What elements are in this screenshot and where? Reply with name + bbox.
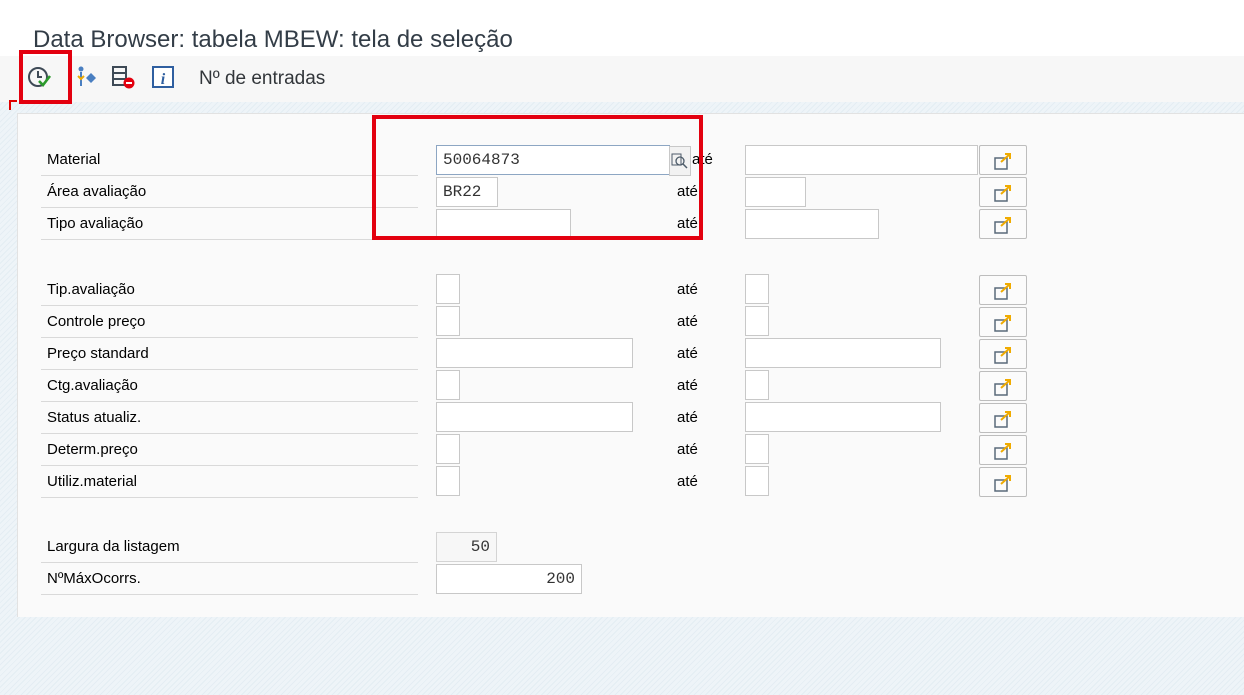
status-atualiz-from-input[interactable] (436, 402, 633, 432)
to-label: até (677, 441, 698, 458)
highlight-box (19, 50, 72, 104)
multiple-selection-icon (994, 475, 1011, 492)
label-utiliz-material: Utiliz.material (47, 473, 138, 490)
label-preco-standard: Preço standard (47, 345, 149, 362)
preco-standard-to-input[interactable] (745, 338, 941, 368)
determ-preco-to-input[interactable] (745, 434, 769, 464)
max-hits-input[interactable]: 200 (436, 564, 582, 594)
hierarchy-icon[interactable] (73, 64, 99, 90)
ctg-avaliacao-to-input[interactable] (745, 370, 769, 400)
tipo-avaliacao-to-input[interactable] (745, 209, 879, 239)
multiple-selection-icon (994, 185, 1011, 202)
multiple-selection-button[interactable] (979, 371, 1027, 401)
material-to-input[interactable] (745, 145, 978, 175)
utiliz-material-to-input[interactable] (745, 466, 769, 496)
entries-count-button[interactable]: Nº de entradas (199, 68, 325, 90)
multiple-selection-button[interactable] (979, 307, 1027, 337)
multiple-selection-icon (994, 443, 1011, 460)
svg-text:i: i (161, 71, 166, 88)
corner-mark (9, 102, 11, 110)
list-width-input[interactable]: 50 (436, 532, 497, 562)
application-toolbar (0, 56, 1244, 102)
multiple-selection-button[interactable] (979, 339, 1027, 369)
ctg-avaliacao-from-input[interactable] (436, 370, 460, 400)
multiple-selection-button[interactable] (979, 403, 1027, 433)
multiple-selection-button[interactable] (979, 145, 1027, 175)
highlight-box (372, 115, 703, 240)
controle-preco-to-input[interactable] (745, 306, 769, 336)
controle-preco-from-input[interactable] (436, 306, 460, 336)
label-material: Material (47, 151, 101, 168)
label-determ-preco: Determ.preço (47, 441, 138, 458)
info-icon[interactable]: i (150, 64, 176, 90)
to-label: até (677, 313, 698, 330)
window-title: Data Browser: tabela MBEW: tela de seleç… (33, 26, 513, 53)
area-avaliacao-to-input[interactable] (745, 177, 806, 207)
multiple-selection-icon (994, 411, 1011, 428)
multiple-selection-icon (994, 315, 1011, 332)
label-tipo-avaliacao: Tipo avaliação (47, 215, 144, 232)
multiple-selection-button[interactable] (979, 435, 1027, 465)
status-atualiz-to-input[interactable] (745, 402, 941, 432)
label-max-hits: NºMáxOcorrs. (47, 570, 141, 587)
to-label: até (677, 377, 698, 394)
multiple-selection-button[interactable] (979, 177, 1027, 207)
multiple-selection-icon (994, 379, 1011, 396)
to-label: até (677, 473, 698, 490)
multiple-selection-icon (994, 217, 1011, 234)
label-tip-avaliacao: Tip.avaliação (47, 281, 135, 298)
tip-avaliacao-to-input[interactable] (745, 274, 769, 304)
multiple-selection-icon (994, 283, 1011, 300)
label-area-avaliacao: Área avaliação (47, 183, 147, 200)
label-controle-preco: Controle preço (47, 313, 146, 330)
multiple-selection-button[interactable] (979, 275, 1027, 305)
multiple-selection-icon (994, 153, 1011, 170)
tip-avaliacao-from-input[interactable] (436, 274, 460, 304)
label-status-atualiz: Status atualiz. (47, 409, 142, 426)
delete-selection-icon[interactable] (110, 64, 136, 90)
utiliz-material-from-input[interactable] (436, 466, 460, 496)
multiple-selection-button[interactable] (979, 467, 1027, 497)
multiple-selection-icon (994, 347, 1011, 364)
corner-mark (9, 100, 17, 102)
title-bar: Data Browser: tabela MBEW: tela de seleç… (0, 8, 1244, 56)
label-ctg-avaliacao: Ctg.avaliação (47, 377, 138, 394)
to-label: até (677, 345, 698, 362)
preco-standard-from-input[interactable] (436, 338, 633, 368)
determ-preco-from-input[interactable] (436, 434, 460, 464)
to-label: até (677, 409, 698, 426)
to-label: até (677, 281, 698, 298)
label-list-width: Largura da listagem (47, 538, 180, 555)
multiple-selection-button[interactable] (979, 209, 1027, 239)
